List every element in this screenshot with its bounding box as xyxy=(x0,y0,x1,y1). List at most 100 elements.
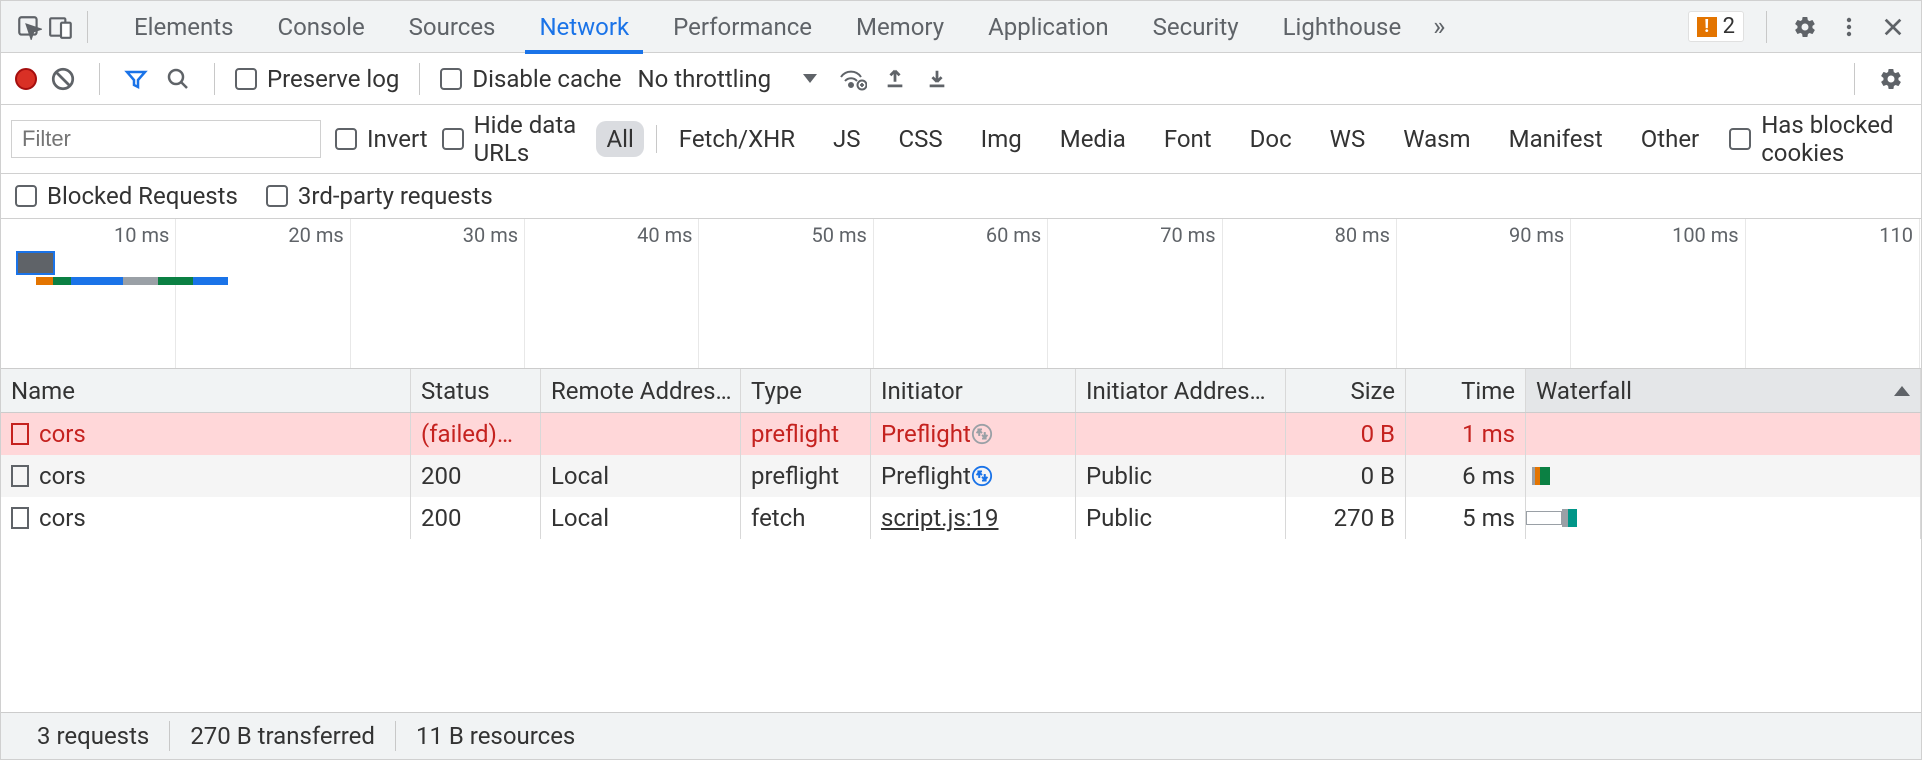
row-size: 0 B xyxy=(1361,420,1395,448)
kebab-menu-icon[interactable] xyxy=(1833,11,1865,43)
type-filter-manifest[interactable]: Manifest xyxy=(1499,121,1613,157)
overview-tick: 60 ms xyxy=(986,223,1047,247)
row-time: 1 ms xyxy=(1462,420,1515,448)
hide-data-urls-label: Hide data URLs xyxy=(474,111,583,167)
panel-tabs: ElementsConsoleSourcesNetworkPerformance… xyxy=(112,1,1423,53)
tab-console[interactable]: Console xyxy=(255,1,386,53)
tab-memory[interactable]: Memory xyxy=(834,1,966,53)
preflight-icon xyxy=(971,423,993,445)
clear-icon[interactable] xyxy=(47,63,79,95)
col-type[interactable]: Type xyxy=(741,369,871,412)
separator xyxy=(87,11,88,43)
type-filter-media[interactable]: Media xyxy=(1050,121,1136,157)
blocked-requests-checkbox[interactable]: Blocked Requests xyxy=(15,182,238,210)
preserve-log-checkbox[interactable]: Preserve log xyxy=(235,65,399,93)
col-remote[interactable]: Remote Addres… xyxy=(541,369,741,412)
close-devtools-icon[interactable] xyxy=(1877,11,1909,43)
overview-tick: 30 ms xyxy=(463,223,524,247)
type-filter-css[interactable]: CSS xyxy=(889,121,953,157)
col-time[interactable]: Time xyxy=(1406,369,1526,412)
col-name[interactable]: Name xyxy=(1,369,411,412)
row-name: cors xyxy=(39,504,86,532)
type-filter-font[interactable]: Font xyxy=(1154,121,1222,157)
table-row[interactable]: cors200Localfetchscript.js:19Public270 B… xyxy=(1,497,1921,539)
type-filter-js[interactable]: JS xyxy=(823,121,871,157)
export-har-icon[interactable] xyxy=(921,63,953,95)
type-filter-wasm[interactable]: Wasm xyxy=(1393,121,1480,157)
record-button[interactable] xyxy=(15,68,37,90)
network-toolbar: Preserve log Disable cache No throttling xyxy=(1,53,1921,105)
third-party-checkbox[interactable]: 3rd-party requests xyxy=(266,182,493,210)
separator xyxy=(1854,63,1855,95)
overview-tick: 110 xyxy=(1879,223,1919,247)
filter-input[interactable] xyxy=(11,120,321,158)
tab-security[interactable]: Security xyxy=(1131,1,1261,53)
row-initiator-link[interactable]: script.js:19 xyxy=(881,504,999,532)
search-icon[interactable] xyxy=(162,63,194,95)
row-name: cors xyxy=(39,462,86,490)
status-bar: 3 requests 270 B transferred 11 B resour… xyxy=(1,713,1921,759)
tab-application[interactable]: Application xyxy=(966,1,1131,53)
throttling-select[interactable]: No throttling xyxy=(638,65,818,93)
tab-sources[interactable]: Sources xyxy=(387,1,518,53)
row-waterfall xyxy=(1526,497,1921,539)
disable-cache-checkbox[interactable]: Disable cache xyxy=(440,65,621,93)
has-blocked-cookies-checkbox[interactable]: Has blocked cookies xyxy=(1729,111,1911,167)
table-row[interactable]: cors(failed)…preflightPreflight 0 B1 ms xyxy=(1,413,1921,455)
separator xyxy=(99,63,100,95)
row-remote: Local xyxy=(551,462,609,490)
row-initiator-addr: Public xyxy=(1086,462,1152,490)
more-tabs-icon[interactable]: » xyxy=(1423,11,1455,43)
row-waterfall xyxy=(1526,413,1921,455)
overview-tick: 70 ms xyxy=(1160,223,1221,247)
type-filter-img[interactable]: Img xyxy=(971,121,1032,157)
row-initiator: Preflight xyxy=(881,420,971,448)
inspect-icon[interactable] xyxy=(13,11,45,43)
disable-cache-label: Disable cache xyxy=(472,65,621,93)
table-header: Name Status Remote Addres… Type Initiato… xyxy=(1,369,1921,413)
col-initiator-addr[interactable]: Initiator Addres… xyxy=(1076,369,1286,412)
throttling-value: No throttling xyxy=(638,65,772,93)
invert-checkbox[interactable]: Invert xyxy=(335,125,428,153)
network-conditions-icon[interactable] xyxy=(837,63,869,95)
separator xyxy=(214,63,215,95)
row-time: 5 ms xyxy=(1462,504,1515,532)
network-settings-gear-icon[interactable] xyxy=(1875,63,1907,95)
import-har-icon[interactable] xyxy=(879,63,911,95)
type-filter-doc[interactable]: Doc xyxy=(1240,121,1302,157)
row-remote: Local xyxy=(551,504,609,532)
table-body: cors(failed)…preflightPreflight 0 B1 msc… xyxy=(1,413,1921,712)
panel-tabs-bar: ElementsConsoleSourcesNetworkPerformance… xyxy=(1,1,1921,53)
type-filter-fetchxhr[interactable]: Fetch/XHR xyxy=(669,121,805,157)
overview-tick: 10 ms xyxy=(114,223,175,247)
warning-icon: ! xyxy=(1697,17,1717,37)
col-waterfall[interactable]: Waterfall xyxy=(1526,369,1921,412)
row-status: 200 xyxy=(421,462,461,490)
type-filters: All Fetch/XHR JS CSS Img Media Font Doc WS Wasm Ma… xyxy=(596,121,1709,157)
tab-lighthouse[interactable]: Lighthouse xyxy=(1261,1,1424,53)
file-icon xyxy=(11,507,29,529)
file-icon xyxy=(11,465,29,487)
tab-elements[interactable]: Elements xyxy=(112,1,255,53)
col-size[interactable]: Size xyxy=(1286,369,1406,412)
type-filter-ws[interactable]: WS xyxy=(1320,121,1376,157)
issues-badge[interactable]: ! 2 xyxy=(1688,11,1744,42)
col-initiator[interactable]: Initiator xyxy=(871,369,1076,412)
device-toggle-icon[interactable] xyxy=(45,11,77,43)
type-filter-other[interactable]: Other xyxy=(1631,121,1709,157)
timeline-overview[interactable]: 10 ms20 ms30 ms40 ms50 ms60 ms70 ms80 ms… xyxy=(1,219,1921,369)
tab-performance[interactable]: Performance xyxy=(651,1,834,53)
row-initiator: Preflight xyxy=(881,462,971,490)
has-blocked-cookies-label: Has blocked cookies xyxy=(1761,111,1911,167)
type-filter-all[interactable]: All xyxy=(596,121,643,157)
overview-tick: 90 ms xyxy=(1509,223,1570,247)
filter-toggle-icon[interactable] xyxy=(120,63,152,95)
col-status[interactable]: Status xyxy=(411,369,541,412)
settings-gear-icon[interactable] xyxy=(1789,11,1821,43)
row-size: 270 B xyxy=(1334,504,1395,532)
overview-selection[interactable] xyxy=(18,253,53,273)
table-row[interactable]: cors200LocalpreflightPreflight Public0 B… xyxy=(1,455,1921,497)
tab-network[interactable]: Network xyxy=(517,1,651,53)
hide-data-urls-checkbox[interactable]: Hide data URLs xyxy=(442,111,583,167)
overview-bar xyxy=(71,277,123,285)
